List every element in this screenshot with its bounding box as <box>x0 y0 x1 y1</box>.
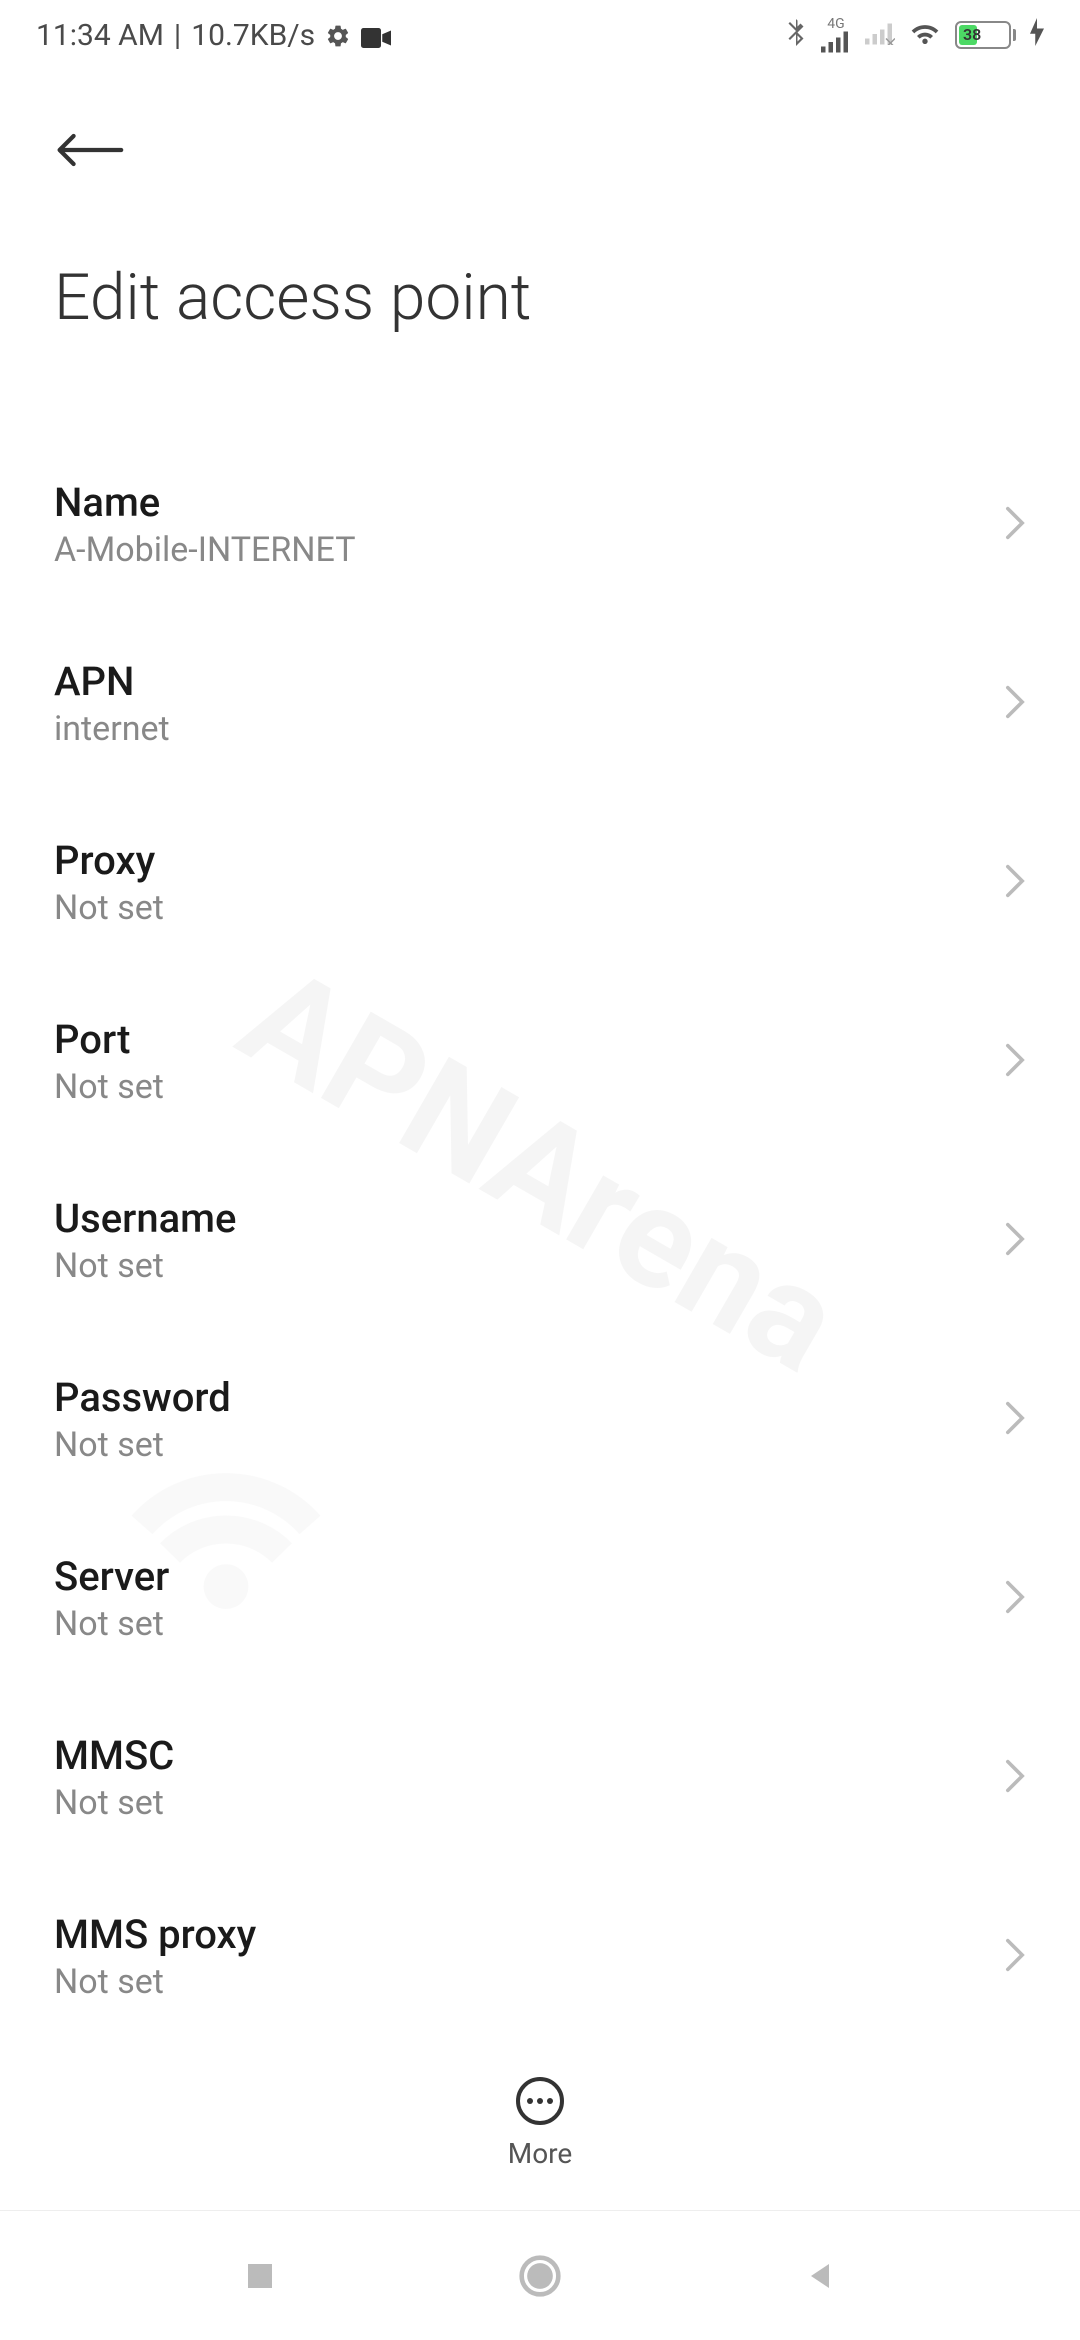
circle-icon <box>518 2254 562 2298</box>
setting-label: MMSC <box>54 1732 1004 1779</box>
more-circle-icon <box>516 2077 564 2125</box>
setting-value: internet <box>54 709 1004 749</box>
setting-item-proxy[interactable]: Proxy Not set <box>54 793 1026 972</box>
setting-item-port[interactable]: Port Not set <box>54 972 1026 1151</box>
triangle-left-icon <box>802 2258 838 2294</box>
setting-label: Password <box>54 1374 1004 1421</box>
wifi-icon <box>909 18 941 53</box>
settings-list: Name A-Mobile-INTERNET APN internet Prox… <box>0 435 1080 2046</box>
setting-value: Not set <box>54 1067 1004 1107</box>
setting-label: Server <box>54 1553 1004 1600</box>
gear-icon <box>325 22 351 48</box>
charging-icon <box>1030 18 1044 53</box>
chevron-right-icon <box>1004 1579 1026 1619</box>
setting-item-name[interactable]: Name A-Mobile-INTERNET <box>54 435 1026 614</box>
square-icon <box>242 2258 278 2294</box>
setting-item-mmsc[interactable]: MMSC Not set <box>54 1688 1026 1867</box>
chevron-right-icon <box>1004 1042 1026 1082</box>
battery-indicator: 38 <box>955 21 1016 49</box>
setting-item-password[interactable]: Password Not set <box>54 1330 1026 1509</box>
setting-value: A-Mobile-INTERNET <box>54 530 1004 570</box>
chevron-right-icon <box>1004 1758 1026 1798</box>
nav-back-button[interactable] <box>795 2251 845 2301</box>
setting-label: Username <box>54 1195 1004 1242</box>
status-bar-left: 11:34 AM | 10.7KB/s <box>36 18 387 53</box>
camera-icon <box>361 22 387 48</box>
more-label: More <box>508 2137 573 2170</box>
status-time: 11:34 AM <box>36 18 164 53</box>
setting-value: Not set <box>54 1425 1004 1465</box>
setting-label: Name <box>54 479 1004 526</box>
setting-value: Not set <box>54 1246 1004 1286</box>
setting-label: Proxy <box>54 837 1004 884</box>
setting-label: MMS proxy <box>54 1911 1004 1958</box>
chevron-right-icon <box>1004 684 1026 724</box>
status-data-speed: 10.7KB/s <box>191 18 315 53</box>
nav-home-button[interactable] <box>515 2251 565 2301</box>
setting-item-username[interactable]: Username Not set <box>54 1151 1026 1330</box>
status-bar: 11:34 AM | 10.7KB/s 4G <box>0 0 1080 70</box>
network-type: 4G <box>827 17 844 31</box>
status-bar-right: 4G 38 <box>785 16 1044 54</box>
bluetooth-icon <box>785 16 807 54</box>
chevron-right-icon <box>1004 1221 1026 1261</box>
chevron-right-icon <box>1004 863 1026 903</box>
page-title: Edit access point <box>54 260 1026 335</box>
chevron-right-icon <box>1004 1400 1026 1440</box>
chevron-right-icon <box>1004 1937 1026 1977</box>
setting-label: APN <box>54 658 1004 705</box>
bottom-action-bar: More <box>0 2047 1080 2200</box>
setting-item-server[interactable]: Server Not set <box>54 1509 1026 1688</box>
status-separator: | <box>174 18 181 53</box>
battery-percent: 38 <box>963 25 981 44</box>
nav-recent-button[interactable] <box>235 2251 285 2301</box>
setting-value: Not set <box>54 888 1004 928</box>
setting-item-apn[interactable]: APN internet <box>54 614 1026 793</box>
more-button[interactable]: More <box>508 2077 573 2170</box>
setting-value: Not set <box>54 1962 1004 2002</box>
back-button[interactable] <box>54 110 134 190</box>
setting-value: Not set <box>54 1604 1004 1644</box>
setting-label: Port <box>54 1016 1004 1063</box>
setting-value: Not set <box>54 1783 1004 1823</box>
chevron-right-icon <box>1004 505 1026 545</box>
signal-4g-icon: 4G <box>821 17 851 53</box>
signal-no-sim-icon <box>865 18 895 53</box>
navigation-bar <box>0 2210 1080 2340</box>
arrow-left-icon <box>54 130 124 170</box>
setting-item-mms-proxy[interactable]: MMS proxy Not set <box>54 1867 1026 2046</box>
